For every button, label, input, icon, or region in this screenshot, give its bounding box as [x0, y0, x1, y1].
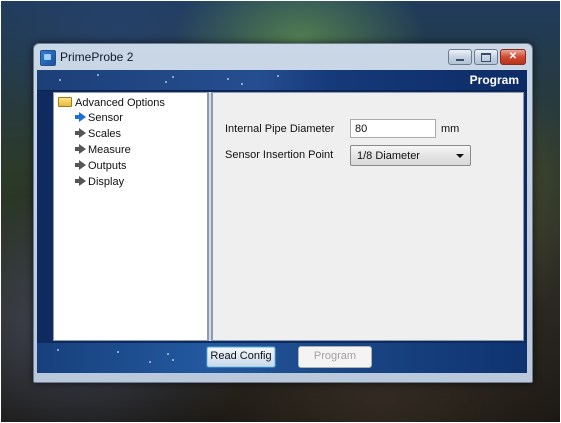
- sensor-settings-panel: Internal Pipe Diameter mm Sensor Inserti…: [212, 92, 524, 341]
- banner-decoration: [37, 70, 297, 90]
- tree-item-outputs[interactable]: Outputs: [74, 160, 127, 174]
- header-banner: Program: [37, 70, 527, 91]
- pipe-diameter-input[interactable]: [350, 119, 436, 138]
- arrow-right-icon: [75, 112, 86, 122]
- tree-item-measure[interactable]: Measure: [74, 144, 131, 158]
- maximize-button[interactable]: [474, 49, 498, 65]
- minimize-icon: [456, 59, 464, 61]
- chevron-down-icon: [456, 154, 464, 158]
- arrow-right-icon: [75, 128, 86, 138]
- arrow-right-icon: [75, 144, 86, 154]
- bottom-button-bar: Read Config Program: [37, 343, 527, 373]
- title-bar[interactable]: PrimeProbe 2 ✕: [34, 44, 532, 69]
- tree-item-scales[interactable]: Scales: [74, 128, 121, 142]
- arrow-right-icon: [75, 176, 86, 186]
- options-tree: Advanced Options Sensor Scales Measure O…: [53, 92, 208, 341]
- app-window: PrimeProbe 2 ✕ Program Advanced Options: [33, 43, 533, 383]
- app-icon: [40, 50, 56, 66]
- client-area: Advanced Options Sensor Scales Measure O…: [37, 91, 527, 343]
- insertion-point-value: 1/8 Diameter: [357, 150, 420, 162]
- maximize-icon: [481, 53, 491, 62]
- program-button[interactable]: Program: [298, 346, 372, 368]
- minimize-button[interactable]: [448, 49, 472, 65]
- tree-item-label: Display: [88, 176, 125, 188]
- pipe-diameter-label: Internal Pipe Diameter: [225, 123, 335, 135]
- close-icon: ✕: [508, 51, 518, 62]
- insertion-point-label: Sensor Insertion Point: [225, 149, 334, 161]
- tree-item-label: Sensor: [88, 112, 123, 124]
- tree-item-sensor[interactable]: Sensor: [74, 112, 123, 126]
- tree-item-display[interactable]: Display: [74, 176, 124, 190]
- close-button[interactable]: ✕: [500, 49, 526, 65]
- pipe-diameter-unit: mm: [441, 123, 460, 135]
- insertion-point-select[interactable]: 1/8 Diameter: [350, 145, 471, 166]
- read-config-button[interactable]: Read Config: [206, 346, 276, 368]
- folder-icon: [58, 97, 72, 107]
- tree-item-label: Outputs: [88, 160, 127, 172]
- tree-item-label: Scales: [88, 128, 122, 140]
- arrow-right-icon: [75, 160, 86, 170]
- tree-root-label: Advanced Options: [75, 97, 165, 109]
- banner-title: Program: [469, 73, 519, 87]
- tree-root-advanced-options[interactable]: Advanced Options: [58, 97, 165, 111]
- window-title: PrimeProbe 2: [60, 50, 134, 64]
- tree-item-label: Measure: [88, 144, 131, 156]
